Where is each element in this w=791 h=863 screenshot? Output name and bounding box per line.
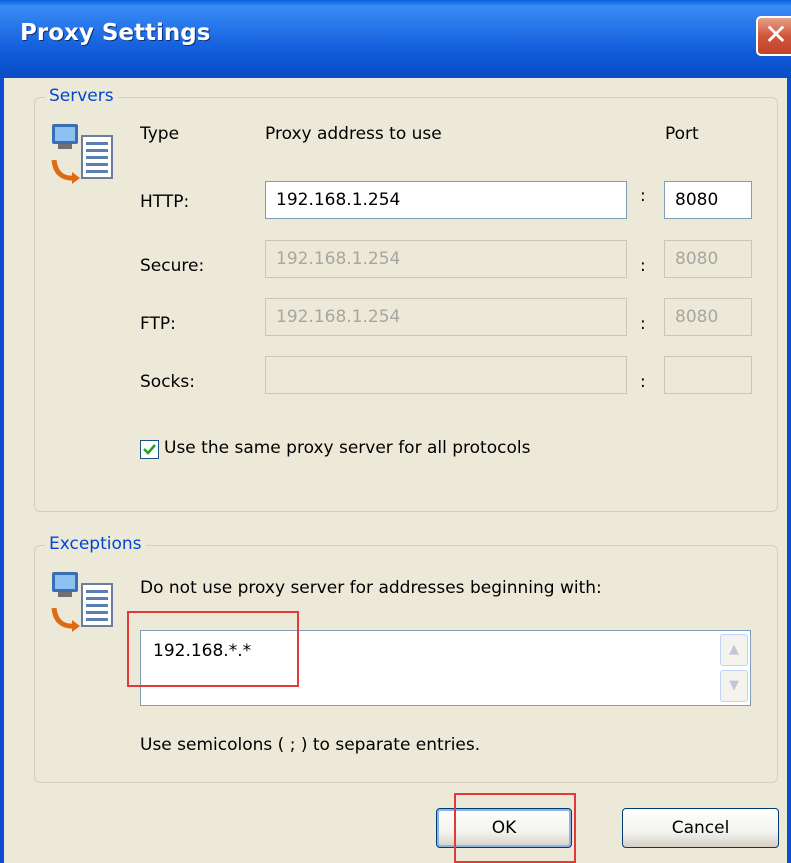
network-computer-icon (51, 124, 113, 184)
title-bar[interactable]: Proxy Settings ✕ (0, 0, 791, 78)
secure-label: Secure: (140, 256, 205, 276)
window-border-left (0, 78, 4, 863)
exceptions-group-label: Exceptions (45, 534, 146, 554)
scroll-up-button[interactable]: ▲ (720, 634, 748, 666)
http-label: HTTP: (140, 192, 190, 212)
socks-port-input[interactable] (664, 356, 752, 394)
secure-port-separator: : (640, 256, 646, 276)
arrow-up-icon: ▲ (729, 642, 739, 657)
close-icon: ✕ (764, 18, 788, 51)
http-port-input[interactable]: 8080 (664, 181, 752, 219)
exceptions-highlight-box (127, 611, 299, 687)
window-border-right (787, 78, 791, 863)
ftp-port-input[interactable]: 8080 (664, 298, 752, 336)
ftp-address-input[interactable]: 192.168.1.254 (265, 298, 627, 336)
exceptions-hint: Use semicolons ( ; ) to separate entries… (140, 735, 481, 755)
exceptions-instruction: Do not use proxy server for addresses be… (140, 578, 602, 598)
arrow-down-icon: ▼ (729, 678, 739, 693)
secure-port-input[interactable]: 8080 (664, 240, 752, 278)
ftp-label: FTP: (140, 314, 176, 334)
same-proxy-checkbox[interactable] (140, 440, 159, 459)
window-title: Proxy Settings (20, 20, 211, 46)
socks-address-input[interactable] (265, 356, 627, 394)
http-port-separator: : (640, 186, 646, 206)
servers-group-label: Servers (45, 86, 118, 106)
network-computer-icon (51, 572, 113, 632)
secure-address-input[interactable]: 192.168.1.254 (265, 240, 627, 278)
cancel-button[interactable]: Cancel (622, 808, 779, 848)
checkmark-icon (143, 444, 156, 455)
scroll-down-button[interactable]: ▼ (720, 670, 748, 702)
socks-label: Socks: (140, 372, 195, 392)
close-button[interactable]: ✕ (756, 16, 791, 56)
ftp-port-separator: : (640, 314, 646, 334)
column-type-label: Type (140, 124, 180, 144)
http-address-input[interactable]: 192.168.1.254 (265, 181, 627, 219)
column-port-label: Port (665, 124, 699, 144)
socks-port-separator: : (640, 372, 646, 392)
same-proxy-label[interactable]: Use the same proxy server for all protoc… (164, 438, 530, 458)
ok-highlight-box (454, 793, 576, 863)
column-address-label: Proxy address to use (265, 124, 442, 144)
proxy-settings-dialog: Proxy Settings ✕ Servers Type Proxy addr… (0, 0, 791, 863)
